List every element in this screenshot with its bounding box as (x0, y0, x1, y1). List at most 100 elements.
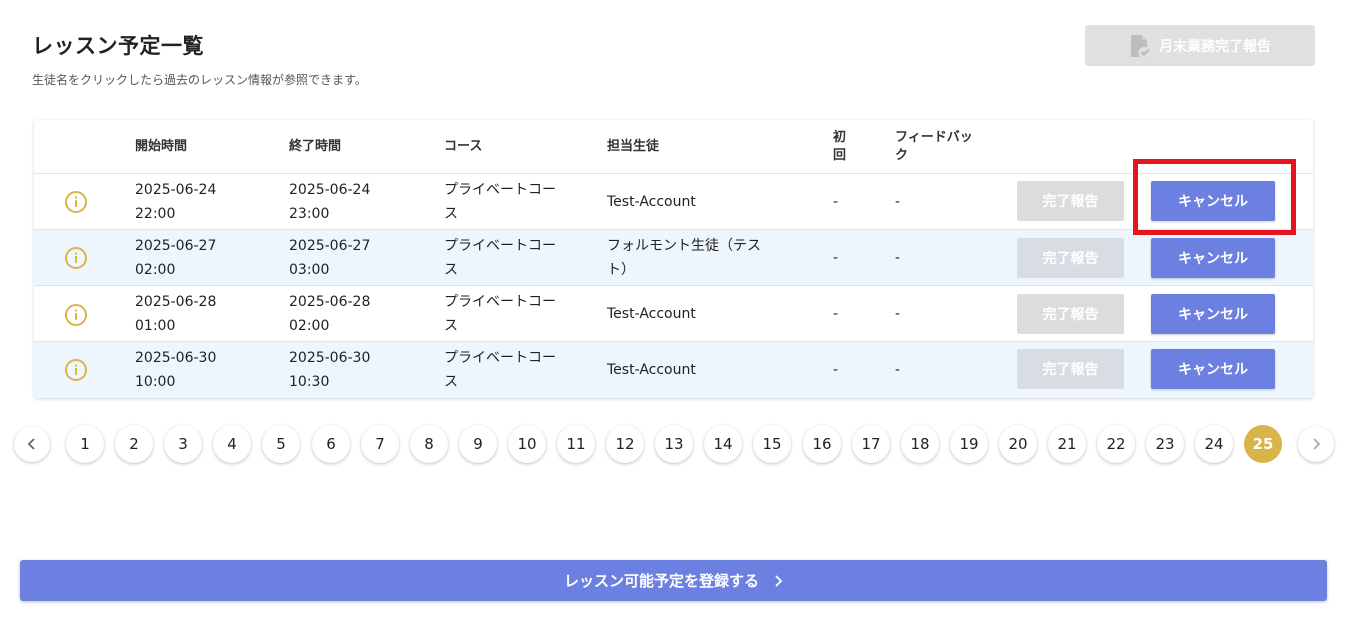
student-name[interactable]: Test-Account (607, 190, 696, 214)
info-circle-icon[interactable] (64, 190, 88, 214)
complete-report-button[interactable]: 完了報告 (1017, 294, 1124, 334)
cancel-button[interactable]: キャンセル (1151, 181, 1275, 221)
course-line1: プライベートコー (444, 182, 556, 198)
page-button-19[interactable]: 19 (950, 425, 988, 463)
end-date: 2025-06-27 (289, 238, 371, 254)
complete-report-button[interactable]: 完了報告 (1017, 181, 1124, 221)
feedback-cell: - (895, 362, 901, 378)
course-line1: プライベートコー (444, 294, 556, 310)
student-name[interactable]: Test-Account (607, 302, 696, 326)
start-cell: 2025-06-28 01:00 (135, 290, 216, 338)
course-line2: ス (444, 318, 458, 334)
page-button-17[interactable]: 17 (852, 425, 890, 463)
col-feedback-line1: フィードバッ (895, 130, 973, 145)
cancel-button[interactable]: キャンセル (1151, 238, 1275, 278)
col-first: 初 回 (833, 129, 846, 165)
student-link[interactable]: Test-Account (607, 190, 696, 214)
start-cell: 2025-06-27 02:00 (135, 234, 216, 282)
course-line2: ス (444, 374, 458, 390)
table-row: 2025-06-30 10:00 2025-06-30 10:30 プライベート… (34, 342, 1313, 398)
col-feedback: フィードバッ ク (895, 129, 973, 165)
page-button-12[interactable]: 12 (606, 425, 644, 463)
page-button-11[interactable]: 11 (557, 425, 595, 463)
page-button-2[interactable]: 2 (115, 425, 153, 463)
end-time: 03:00 (289, 262, 330, 278)
student-name[interactable]: Test-Account (607, 358, 696, 382)
page-button-13[interactable]: 13 (655, 425, 693, 463)
col-first-line2: 回 (833, 148, 847, 163)
table-header: 開始時間 終了時間 コース 担当生徒 初 回 フィードバッ ク (34, 120, 1313, 174)
page-button-6[interactable]: 6 (312, 425, 350, 463)
chevron-right-icon (775, 574, 783, 587)
page-button-22[interactable]: 22 (1097, 425, 1135, 463)
col-feedback-line2: ク (895, 148, 909, 163)
page-button-23[interactable]: 23 (1146, 425, 1184, 463)
start-time: 22:00 (135, 206, 176, 222)
page-button-7[interactable]: 7 (361, 425, 399, 463)
end-date: 2025-06-30 (289, 350, 371, 366)
end-cell: 2025-06-24 23:00 (289, 178, 370, 226)
page-button-21[interactable]: 21 (1048, 425, 1086, 463)
page-button-15[interactable]: 15 (753, 425, 791, 463)
course-line1: プライベートコー (444, 350, 556, 366)
student-link[interactable]: フォルモント生徒（テス ト） (607, 234, 761, 282)
course-line1: プライベートコー (444, 238, 556, 254)
course-cell: プライベートコー ス (444, 290, 556, 338)
start-date: 2025-06-27 (135, 238, 217, 254)
student-link[interactable]: Test-Account (607, 358, 696, 382)
register-label: レッスン可能予定を登録する (563, 572, 759, 590)
page-button-5[interactable]: 5 (262, 425, 300, 463)
first-cell: - (833, 306, 839, 322)
end-time: 23:00 (289, 206, 330, 222)
page-button-24[interactable]: 24 (1195, 425, 1233, 463)
page-title: レッスン予定一覧 (32, 34, 204, 58)
prev-page-button[interactable] (14, 426, 50, 462)
page-button-1[interactable]: 1 (66, 425, 104, 463)
info-circle-icon[interactable] (64, 246, 88, 270)
page-button-10[interactable]: 10 (508, 425, 546, 463)
student-name-line2[interactable]: ト） (607, 258, 761, 282)
course-line2: ス (444, 262, 458, 278)
first-cell: - (833, 362, 839, 378)
document-check-icon (1131, 34, 1150, 57)
col-student: 担当生徒 (607, 139, 660, 154)
student-name-line1[interactable]: フォルモント生徒（テス (607, 234, 761, 258)
col-course: コース (444, 139, 483, 154)
start-time: 02:00 (135, 262, 176, 278)
end-time: 10:30 (289, 374, 330, 390)
page-button-18[interactable]: 18 (901, 425, 939, 463)
table-row: 2025-06-27 02:00 2025-06-27 03:00 プライベート… (34, 230, 1313, 286)
lesson-table: 開始時間 終了時間 コース 担当生徒 初 回 フィードバッ ク 2025-06-… (34, 120, 1313, 398)
register-availability-button[interactable]: レッスン可能予定を登録する (20, 560, 1327, 601)
feedback-cell: - (895, 250, 901, 266)
end-time: 02:00 (289, 318, 330, 334)
next-page-button[interactable] (1298, 426, 1334, 462)
page-button-14[interactable]: 14 (704, 425, 742, 463)
end-cell: 2025-06-28 02:00 (289, 290, 370, 338)
course-line2: ス (444, 206, 458, 222)
page-button-20[interactable]: 20 (999, 425, 1037, 463)
start-date: 2025-06-30 (135, 350, 217, 366)
first-cell: - (833, 194, 839, 210)
page-button-9[interactable]: 9 (459, 425, 497, 463)
info-circle-icon[interactable] (64, 358, 88, 382)
page-button-8[interactable]: 8 (410, 425, 448, 463)
end-cell: 2025-06-27 03:00 (289, 234, 370, 282)
info-circle-icon[interactable] (64, 303, 88, 327)
student-link[interactable]: Test-Account (607, 302, 696, 326)
page-button-25[interactable]: 25 (1244, 425, 1282, 463)
page-button-3[interactable]: 3 (164, 425, 202, 463)
cancel-button[interactable]: キャンセル (1151, 294, 1275, 334)
cancel-button[interactable]: キャンセル (1151, 349, 1275, 389)
complete-report-button[interactable]: 完了報告 (1017, 349, 1124, 389)
monthly-report-label: 月末業務完了報告 (1159, 38, 1271, 55)
start-date: 2025-06-24 (135, 182, 217, 198)
monthly-report-button[interactable]: 月末業務完了報告 (1085, 25, 1315, 66)
end-date: 2025-06-24 (289, 182, 371, 198)
course-cell: プライベートコー ス (444, 178, 556, 226)
complete-report-button[interactable]: 完了報告 (1017, 238, 1124, 278)
page-button-16[interactable]: 16 (803, 425, 841, 463)
feedback-cell: - (895, 194, 901, 210)
page-button-4[interactable]: 4 (213, 425, 251, 463)
col-start: 開始時間 (135, 139, 188, 154)
